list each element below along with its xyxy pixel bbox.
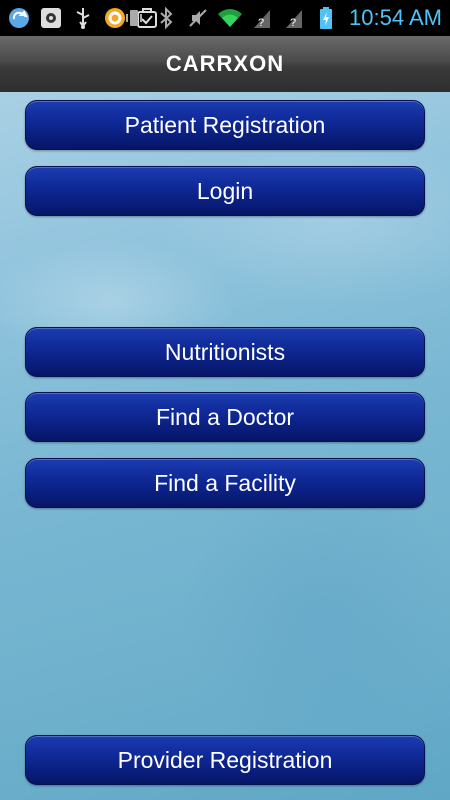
- svg-text:?: ?: [290, 17, 296, 29]
- vibrate-icon: [121, 5, 147, 31]
- nutritionists-button[interactable]: Nutritionists: [25, 327, 425, 377]
- find-doctor-button[interactable]: Find a Doctor: [25, 392, 425, 442]
- main-content: Patient Registration Login Nutritionists…: [0, 92, 450, 800]
- svg-text:?: ?: [258, 17, 264, 29]
- usb-icon: [70, 5, 96, 31]
- find-facility-button[interactable]: Find a Facility: [25, 458, 425, 508]
- wifi-icon: [217, 5, 243, 31]
- system-icons: ? ? 10:54 AM: [121, 5, 442, 31]
- patient-registration-button[interactable]: Patient Registration: [25, 100, 425, 150]
- battery-icon: [313, 5, 339, 31]
- status-clock: 10:54 AM: [349, 5, 442, 30]
- mute-icon: [185, 5, 211, 31]
- bluetooth-icon: [153, 5, 179, 31]
- signal-icon: ?: [249, 5, 275, 31]
- status-bar: ? ? 10:54 AM: [0, 0, 450, 36]
- provider-registration-button[interactable]: Provider Registration: [25, 735, 425, 785]
- app-title-bar: CARRXON: [0, 36, 450, 93]
- app-title: CARRXON: [165, 51, 285, 76]
- login-button[interactable]: Login: [25, 166, 425, 216]
- settings-app-icon: [38, 5, 64, 31]
- sync-icon: [6, 5, 32, 31]
- signal-icon: ?: [281, 5, 307, 31]
